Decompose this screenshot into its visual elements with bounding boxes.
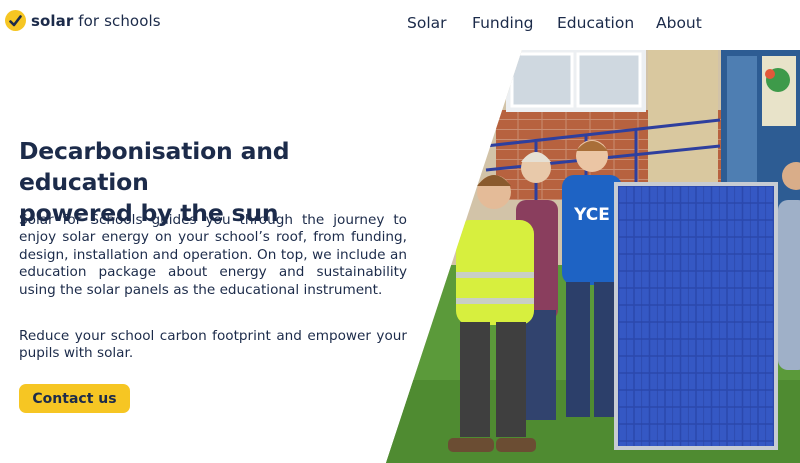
- nav-solar[interactable]: Solar: [407, 14, 447, 32]
- nav-education[interactable]: Education: [557, 14, 634, 32]
- main-nav: Solar Funding Education About: [0, 14, 800, 34]
- tshirt-text: YCE: [573, 205, 610, 225]
- contact-us-button[interactable]: Contact us: [19, 384, 130, 413]
- hero-cta-paragraph: Reduce your school carbon footprint and …: [19, 328, 407, 362]
- hero-headline-line1: Decarbonisation and education: [19, 137, 290, 196]
- hero-photo: YCE: [386, 50, 800, 463]
- site-header: solar for schools Solar Funding Educatio…: [0, 0, 800, 46]
- nav-funding[interactable]: Funding: [472, 14, 534, 32]
- hero-intro-paragraph: Solar for Schools guides you through the…: [19, 212, 407, 298]
- nav-about[interactable]: About: [656, 14, 702, 32]
